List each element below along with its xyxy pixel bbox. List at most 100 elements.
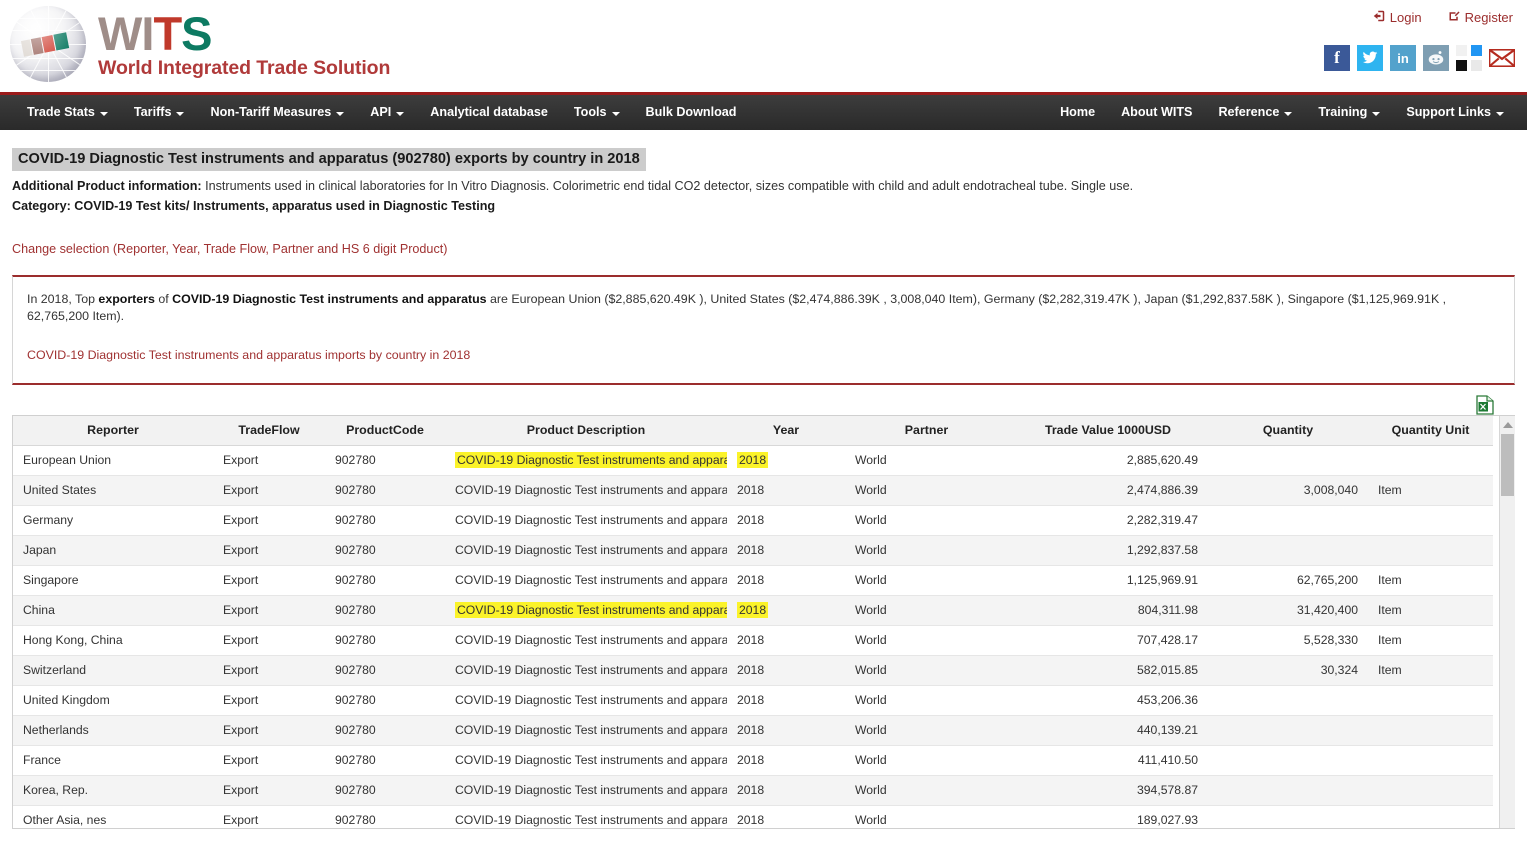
additional-info-line: Additional Product information: Instrume… bbox=[12, 177, 1515, 197]
vertical-scrollbar[interactable] bbox=[1499, 416, 1515, 829]
cell-reporter[interactable]: Hong Kong, China bbox=[13, 625, 213, 655]
cell-description: COVID-19 Diagnostic Test instruments and… bbox=[445, 625, 727, 655]
cell-trade-value: 2,282,319.47 bbox=[1008, 505, 1208, 535]
column-header-quantity-unit[interactable]: Quantity Unit bbox=[1368, 416, 1493, 445]
cell-reporter[interactable]: Singapore bbox=[13, 565, 213, 595]
cell-quantity: 5,528,330 bbox=[1208, 625, 1368, 655]
nav-item-label: Bulk Download bbox=[646, 95, 737, 130]
globe-logo-icon bbox=[10, 6, 86, 82]
register-label: Register bbox=[1465, 10, 1513, 25]
cell-partner: World bbox=[845, 535, 1008, 565]
cell-quantity-unit bbox=[1368, 505, 1493, 535]
nav-item-label: Reference bbox=[1218, 95, 1279, 130]
email-icon[interactable] bbox=[1489, 45, 1515, 71]
facebook-icon[interactable]: f bbox=[1324, 45, 1350, 71]
column-header-year[interactable]: Year bbox=[727, 416, 845, 445]
export-toolbar bbox=[12, 393, 1515, 415]
cell-description: COVID-19 Diagnostic Test instruments and… bbox=[445, 445, 727, 475]
cell-reporter[interactable]: United States bbox=[13, 475, 213, 505]
cell-reporter[interactable]: Switzerland bbox=[13, 655, 213, 685]
cell-partner: World bbox=[845, 775, 1008, 805]
cell-reporter[interactable]: Other Asia, nes bbox=[13, 805, 213, 829]
nav-item-analytical-database[interactable]: Analytical database bbox=[417, 95, 561, 130]
column-header-tradeflow[interactable]: TradeFlow bbox=[213, 416, 325, 445]
cell-productcode: 902780 bbox=[325, 505, 445, 535]
nav-item-training[interactable]: Training bbox=[1305, 95, 1393, 130]
nav-item-tools[interactable]: Tools bbox=[561, 95, 633, 130]
microsoft-icon[interactable] bbox=[1456, 45, 1482, 71]
cell-productcode: 902780 bbox=[325, 745, 445, 775]
trade-results-table: ReporterTradeFlowProductCodeProduct Desc… bbox=[13, 416, 1493, 829]
column-header-partner[interactable]: Partner bbox=[845, 416, 1008, 445]
column-header-product-description[interactable]: Product Description bbox=[445, 416, 727, 445]
nav-item-api[interactable]: API bbox=[357, 95, 417, 130]
reddit-icon[interactable] bbox=[1423, 45, 1449, 71]
cell-description: COVID-19 Diagnostic Test instruments and… bbox=[445, 565, 727, 595]
column-header-reporter[interactable]: Reporter bbox=[13, 416, 213, 445]
chevron-down-icon bbox=[176, 112, 184, 116]
cell-tradeflow: Export bbox=[213, 625, 325, 655]
twitter-icon[interactable] bbox=[1357, 45, 1383, 71]
column-header-trade-value-1000usd[interactable]: Trade Value 1000USD bbox=[1008, 416, 1208, 445]
nav-item-tariffs[interactable]: Tariffs bbox=[121, 95, 198, 130]
cell-year: 2018 bbox=[727, 745, 845, 775]
cell-reporter[interactable]: Korea, Rep. bbox=[13, 775, 213, 805]
cell-trade-value: 707,428.17 bbox=[1008, 625, 1208, 655]
cell-trade-value: 394,578.87 bbox=[1008, 775, 1208, 805]
cell-reporter[interactable]: Netherlands bbox=[13, 715, 213, 745]
brand-tagline: World Integrated Trade Solution bbox=[98, 59, 390, 79]
cell-quantity-unit bbox=[1368, 775, 1493, 805]
category-label: Category: bbox=[12, 199, 71, 213]
search-highlight: COVID-19 Diagnostic Test instruments and… bbox=[455, 452, 727, 468]
column-header-quantity[interactable]: Quantity bbox=[1208, 416, 1368, 445]
nav-item-support-links[interactable]: Support Links bbox=[1393, 95, 1517, 130]
table-row: United StatesExport902780COVID-19 Diagno… bbox=[13, 475, 1493, 505]
chevron-down-icon bbox=[1372, 112, 1380, 116]
cell-tradeflow: Export bbox=[213, 475, 325, 505]
table-row: Hong Kong, ChinaExport902780COVID-19 Dia… bbox=[13, 625, 1493, 655]
cell-productcode: 902780 bbox=[325, 565, 445, 595]
cell-reporter[interactable]: Germany bbox=[13, 505, 213, 535]
cell-trade-value: 2,474,886.39 bbox=[1008, 475, 1208, 505]
nav-item-trade-stats[interactable]: Trade Stats bbox=[14, 95, 121, 130]
change-selection-link[interactable]: Change selection (Reporter, Year, Trade … bbox=[12, 242, 447, 256]
nav-item-non-tariff-measures[interactable]: Non-Tariff Measures bbox=[197, 95, 357, 130]
column-header-productcode[interactable]: ProductCode bbox=[325, 416, 445, 445]
linkedin-icon[interactable]: in bbox=[1390, 45, 1416, 71]
cell-tradeflow: Export bbox=[213, 655, 325, 685]
site-logo[interactable]: WITS World Integrated Trade Solution bbox=[10, 6, 390, 82]
cell-reporter[interactable]: France bbox=[13, 745, 213, 775]
excel-export-icon[interactable] bbox=[1476, 395, 1493, 414]
cell-reporter[interactable]: United Kingdom bbox=[13, 685, 213, 715]
nav-item-label: Non-Tariff Measures bbox=[210, 95, 331, 130]
cell-year: 2018 bbox=[727, 715, 845, 745]
search-highlight: COVID-19 Diagnostic Test instruments and… bbox=[455, 602, 727, 618]
cell-partner: World bbox=[845, 715, 1008, 745]
nav-item-label: About WITS bbox=[1121, 95, 1192, 130]
cell-description: COVID-19 Diagnostic Test instruments and… bbox=[445, 745, 727, 775]
login-link[interactable]: Login bbox=[1373, 10, 1422, 25]
nav-item-home[interactable]: Home bbox=[1047, 95, 1108, 130]
table-row: NetherlandsExport902780COVID-19 Diagnost… bbox=[13, 715, 1493, 745]
cell-year: 2018 bbox=[727, 445, 845, 475]
chevron-down-icon bbox=[336, 112, 344, 116]
cell-productcode: 902780 bbox=[325, 625, 445, 655]
summary-prefix: In 2018, Top bbox=[27, 292, 98, 306]
cell-reporter[interactable]: China bbox=[13, 595, 213, 625]
search-highlight: 2018 bbox=[737, 602, 768, 618]
cell-quantity-unit bbox=[1368, 745, 1493, 775]
search-highlight: 2018 bbox=[737, 452, 768, 468]
nav-item-reference[interactable]: Reference bbox=[1205, 95, 1305, 130]
nav-item-bulk-download[interactable]: Bulk Download bbox=[633, 95, 750, 130]
register-link[interactable]: Register bbox=[1448, 10, 1513, 25]
cell-description: COVID-19 Diagnostic Test instruments and… bbox=[445, 715, 727, 745]
imports-by-country-link[interactable]: COVID-19 Diagnostic Test instruments and… bbox=[27, 348, 470, 362]
nav-item-about-wits[interactable]: About WITS bbox=[1108, 95, 1205, 130]
cell-reporter[interactable]: Japan bbox=[13, 535, 213, 565]
cell-description: COVID-19 Diagnostic Test instruments and… bbox=[445, 685, 727, 715]
cell-reporter[interactable]: European Union bbox=[13, 445, 213, 475]
scroll-up-arrow-icon[interactable] bbox=[1500, 416, 1515, 433]
scrollbar-thumb[interactable] bbox=[1501, 434, 1514, 496]
cell-quantity bbox=[1208, 505, 1368, 535]
cell-quantity-unit: Item bbox=[1368, 565, 1493, 595]
